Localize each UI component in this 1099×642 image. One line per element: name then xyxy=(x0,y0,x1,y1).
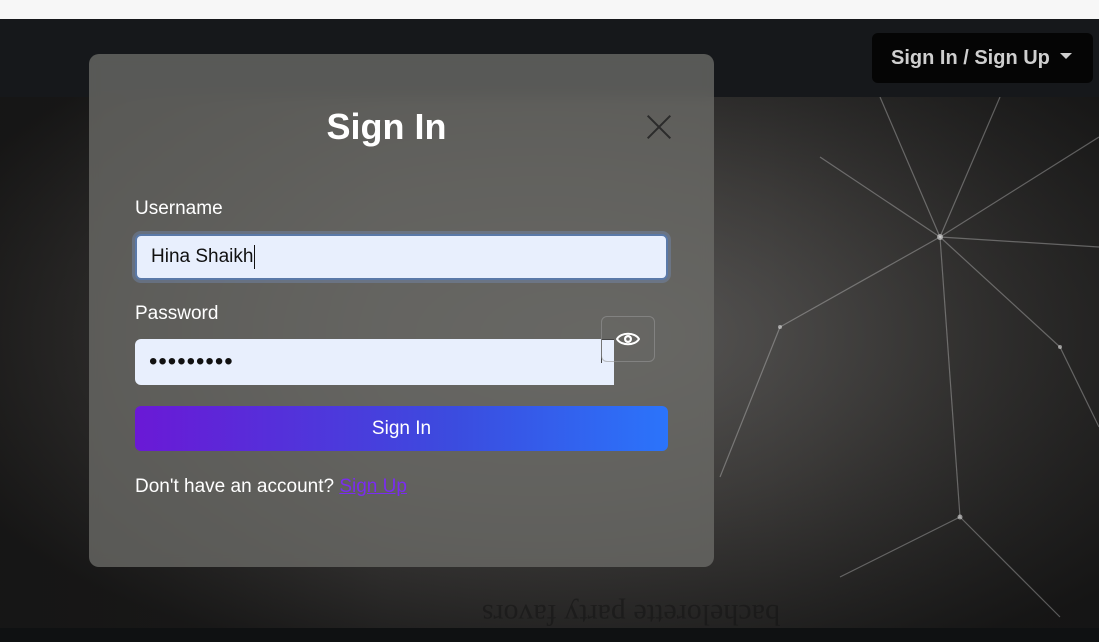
hero-background-text: bachelorette party favors xyxy=(482,598,780,628)
username-input[interactable]: Hina Shaikh xyxy=(135,234,668,280)
close-icon[interactable] xyxy=(646,114,672,140)
sign-in-button-label: Sign In xyxy=(371,417,432,439)
signup-prompt: Don't have an account? Sign Up xyxy=(135,476,407,498)
auth-dropdown-button[interactable]: Sign In / Sign Up xyxy=(872,33,1093,83)
caret-down-icon xyxy=(1059,53,1072,59)
browser-top-strip xyxy=(0,0,1099,19)
text-cursor xyxy=(254,245,256,269)
username-label: Username xyxy=(135,198,223,219)
toggle-password-button[interactable] xyxy=(601,316,655,362)
sign-in-button[interactable]: Sign In xyxy=(135,406,668,451)
password-value: ••••••••• xyxy=(149,348,234,375)
signup-prompt-text: Don't have an account? xyxy=(135,476,335,497)
sign-up-link[interactable]: Sign Up xyxy=(339,476,407,497)
password-input[interactable]: ••••••••• xyxy=(135,339,614,385)
sign-in-modal: Sign In Username Hina Shaikh Password ••… xyxy=(89,54,714,567)
auth-dropdown-label: Sign In / Sign Up xyxy=(891,46,1050,69)
modal-title: Sign In xyxy=(326,106,447,147)
password-label: Password xyxy=(135,303,219,324)
eye-icon xyxy=(616,332,640,346)
bottom-bar xyxy=(0,628,1099,642)
username-value: Hina Shaikh xyxy=(151,246,254,267)
